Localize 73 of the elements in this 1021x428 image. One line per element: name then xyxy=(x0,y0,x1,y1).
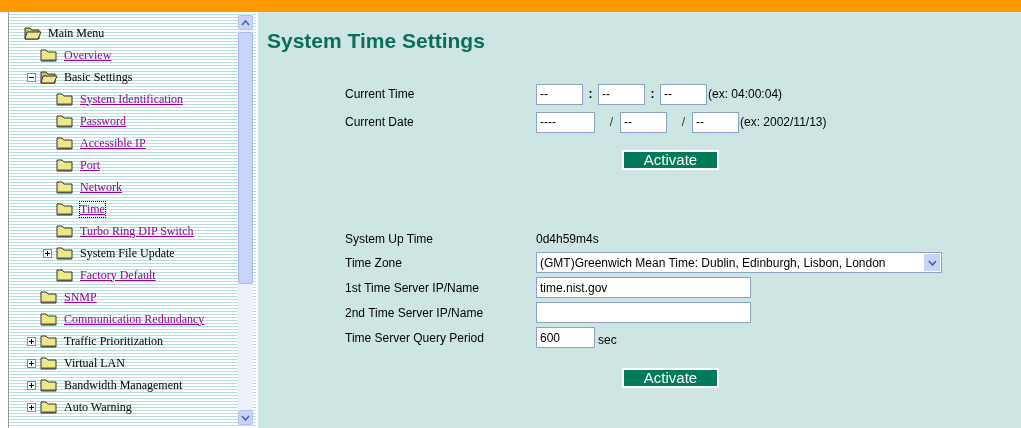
folder-icon xyxy=(56,158,74,172)
field-label: Current Time xyxy=(345,87,416,101)
menu-link[interactable]: System Identification xyxy=(80,91,183,107)
menu-link[interactable]: Network xyxy=(80,179,122,195)
menu-item[interactable]: System File Update xyxy=(80,245,175,261)
input-field[interactable]: -- xyxy=(660,83,707,105)
menu-item[interactable]: Traffic Prioritization xyxy=(64,333,163,349)
menu-item[interactable]: Virtual LAN xyxy=(64,355,125,371)
expand-icon[interactable] xyxy=(27,358,36,368)
input-field[interactable]: time.nist.gov xyxy=(536,277,751,298)
separator-text: : xyxy=(649,87,656,101)
folder-icon xyxy=(40,400,58,414)
menu-link[interactable]: Port xyxy=(80,157,100,173)
menu-link[interactable]: Factory Default xyxy=(80,267,156,283)
folder-icon xyxy=(40,312,58,326)
activate-button[interactable]: Activate xyxy=(622,150,719,170)
menu-link[interactable]: Time xyxy=(80,201,105,217)
page-title: System Time Settings xyxy=(267,29,486,53)
folder-icon xyxy=(56,136,74,150)
input-field[interactable] xyxy=(536,302,751,323)
input-field[interactable]: -- xyxy=(620,111,667,133)
uptime-value: 0d4h59m4s xyxy=(536,232,599,246)
scrollbar[interactable] xyxy=(238,15,253,425)
menu-link[interactable]: Accessible IP xyxy=(80,135,146,151)
folder-icon xyxy=(56,114,74,128)
menu-item[interactable]: Bandwidth Management xyxy=(64,377,183,393)
folder-icon xyxy=(40,290,58,304)
timezone-dropdown[interactable]: (GMT)Greenwich Mean Time: Dublin, Edinburgh, Lisbon, London xyxy=(536,252,942,273)
folder-icon xyxy=(56,92,74,106)
scroll-thumb[interactable] xyxy=(238,32,253,284)
field-label: 1st Time Server IP/Name xyxy=(345,280,481,295)
folder-icon xyxy=(56,202,74,216)
expand-icon[interactable] xyxy=(27,402,36,412)
separator-text: : xyxy=(587,87,594,101)
folder-icon xyxy=(40,48,58,62)
menu-link[interactable]: Overview xyxy=(64,47,112,63)
menu-link[interactable]: Password xyxy=(80,113,126,129)
field-label: Time Server Query Period xyxy=(345,330,485,345)
separator-text: / xyxy=(680,115,687,129)
collapse-icon[interactable] xyxy=(27,72,36,82)
folder-icon xyxy=(40,334,58,348)
open-folder-icon xyxy=(40,70,58,84)
input-field[interactable]: 600 xyxy=(536,327,595,348)
expand-icon[interactable] xyxy=(27,336,36,346)
folder-icon xyxy=(56,268,74,282)
scroll-down-button[interactable] xyxy=(238,410,253,425)
folder-icon xyxy=(56,246,74,260)
unit-text: sec xyxy=(598,332,617,347)
input-field[interactable]: -- xyxy=(692,111,739,133)
menu-link[interactable]: Communication Redundancy xyxy=(64,311,205,327)
separator-text: / xyxy=(608,115,615,129)
input-field[interactable]: ---- xyxy=(536,111,595,133)
scroll-up-button[interactable] xyxy=(238,15,253,30)
menu-item[interactable]: Auto Warning xyxy=(64,399,132,415)
folder-icon xyxy=(56,180,74,194)
menu-link[interactable]: SNMP xyxy=(64,289,97,305)
example-hint: (ex: 04:00:04) xyxy=(708,87,783,101)
expand-icon[interactable] xyxy=(27,380,36,390)
input-field[interactable]: -- xyxy=(536,83,583,105)
menu-item[interactable]: Basic Settings xyxy=(64,69,133,85)
expand-icon[interactable] xyxy=(43,248,52,258)
field-label: Time Zone xyxy=(345,255,403,270)
field-label: 2nd Time Server IP/Name xyxy=(345,305,485,320)
field-label: System Up Time xyxy=(345,232,435,246)
folder-icon xyxy=(56,224,74,238)
activate-button[interactable]: Activate xyxy=(622,368,719,388)
folder-icon xyxy=(40,356,58,370)
example-hint: (ex: 2002/11/13) xyxy=(740,115,827,129)
field-label: Current Date xyxy=(345,115,415,129)
menu-link[interactable]: Turbo Ring DIP Switch xyxy=(80,223,194,239)
folder-icon xyxy=(40,378,58,392)
menu-title[interactable]: Main Menu xyxy=(48,25,105,41)
input-field[interactable]: -- xyxy=(598,83,645,105)
